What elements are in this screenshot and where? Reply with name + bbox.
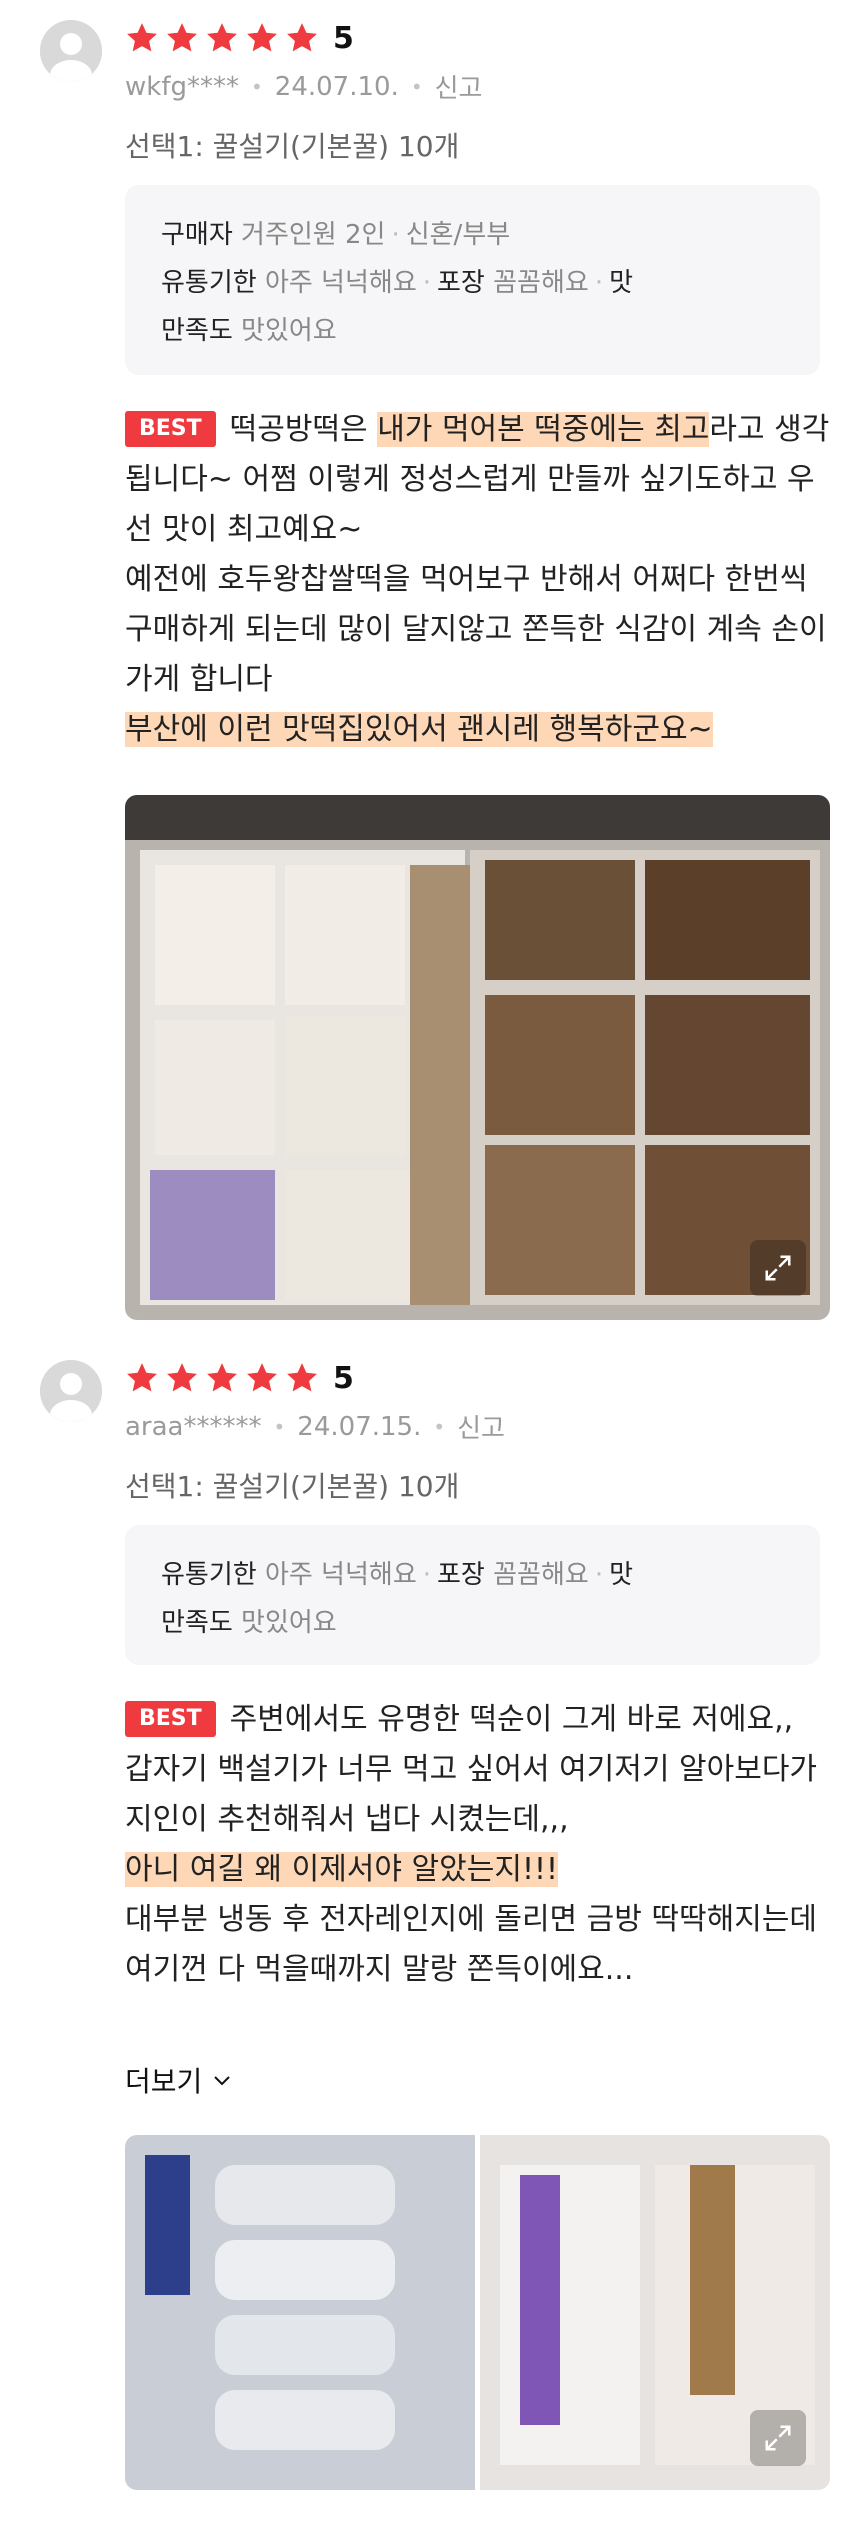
- highlight-text: 내가 먹어본 떡중에는 최고: [377, 412, 710, 447]
- review-text: BEST 주변에서도 유명한 떡순이 그게 바로 저에요,, 갑자기 백설기가 너…: [125, 1701, 818, 1987]
- star-icon: [285, 1361, 319, 1395]
- star-icon: [125, 1361, 159, 1395]
- best-badge: BEST: [125, 1701, 216, 1737]
- chevron-down-icon: [214, 2076, 230, 2086]
- star-rating: 5: [125, 18, 354, 58]
- star-icon: [165, 21, 199, 55]
- survey-expiry-key: 유통기한: [161, 268, 257, 298]
- survey-satisfaction-key: 만족도: [161, 316, 233, 346]
- highlight-text: 부산에 이런 맛떡집있어서 괜시레 행복하군요~: [125, 712, 713, 747]
- star-rating: 5: [125, 1358, 354, 1398]
- reviewer-id: wkfg****: [125, 71, 239, 102]
- review-survey-box: 유통기한 아주 넉넉해요 · 포장 꼼꼼해요 · 맛 만족도 맛있어요: [125, 1525, 820, 1665]
- report-button[interactable]: 신고: [435, 68, 483, 105]
- survey-taste-key: 맛: [609, 268, 633, 298]
- review-card: 5 araa****** • 24.07.15. • 신고 선택1: 꿀설기(기…: [0, 1340, 860, 2545]
- review-survey-box: 구매자 거주인원 2인 · 신혼/부부 유통기한 아주 넉넉해요 · 포장 꼼꼼해요 · 맛…: [125, 185, 820, 375]
- expand-icon[interactable]: [750, 1240, 806, 1296]
- survey-satisfaction-key: 만족도: [161, 1608, 233, 1638]
- best-badge: BEST: [125, 411, 216, 447]
- survey-expiry-key: 유통기한: [161, 1560, 257, 1590]
- star-icon: [245, 21, 279, 55]
- star-icon: [285, 21, 319, 55]
- review-card: 5 wkfg**** • 24.07.10. • 신고 선택1: 꿀설기(기본꿀…: [0, 0, 860, 1320]
- rating-score: 5: [333, 1360, 354, 1396]
- user-avatar-icon: [40, 1360, 102, 1422]
- survey-expiry-value: 아주 넉넉해요: [264, 1560, 417, 1590]
- more-label: 더보기: [125, 2065, 203, 2098]
- review-meta: araa****** • 24.07.15. • 신고: [125, 1408, 505, 1445]
- survey-pack-key: 포장: [437, 268, 485, 298]
- survey-satisfaction-value: 맛있어요: [241, 1608, 337, 1638]
- survey-buyer-value-2: 신혼/부부: [405, 220, 511, 250]
- survey-buyer-value: 거주인원 2인: [241, 220, 386, 250]
- rating-score: 5: [333, 20, 354, 56]
- survey-pack-value: 꼼꼼해요: [493, 1560, 589, 1590]
- report-button[interactable]: 신고: [457, 1408, 505, 1445]
- more-button[interactable]: 더보기: [125, 2060, 234, 2100]
- survey-expiry-value: 아주 넉넉해요: [264, 268, 417, 298]
- survey-pack-value: 꼼꼼해요: [493, 268, 589, 298]
- expand-icon[interactable]: [750, 2410, 806, 2466]
- review-text: BEST 떡공방떡은 내가 먹어본 떡중에는 최고라고 생각됩니다~ 어쩜 이렇게…: [125, 411, 830, 747]
- survey-pack-key: 포장: [437, 1560, 485, 1590]
- survey-taste-key: 맛: [609, 1560, 633, 1590]
- review-photo[interactable]: [125, 795, 830, 1320]
- review-photo-gallery[interactable]: [125, 2135, 830, 2490]
- star-icon: [165, 1361, 199, 1395]
- star-icon: [125, 21, 159, 55]
- reviewer-id: araa******: [125, 1411, 262, 1442]
- star-icon: [245, 1361, 279, 1395]
- star-icon: [205, 1361, 239, 1395]
- highlight-text: 아니 여길 왜 이제서야 알았는지!!!: [125, 1852, 559, 1887]
- purchase-option: 선택1: 꿀설기(기본꿀) 10개: [125, 1470, 460, 1503]
- review-meta: wkfg**** • 24.07.10. • 신고: [125, 68, 482, 105]
- survey-satisfaction-value: 맛있어요: [241, 316, 337, 346]
- survey-buyer-key: 구매자: [161, 220, 233, 250]
- user-avatar-icon: [40, 20, 102, 82]
- review-date: 24.07.10.: [274, 71, 399, 102]
- star-icon: [205, 21, 239, 55]
- purchase-option: 선택1: 꿀설기(기본꿀) 10개: [125, 130, 460, 163]
- review-date: 24.07.15.: [297, 1411, 422, 1442]
